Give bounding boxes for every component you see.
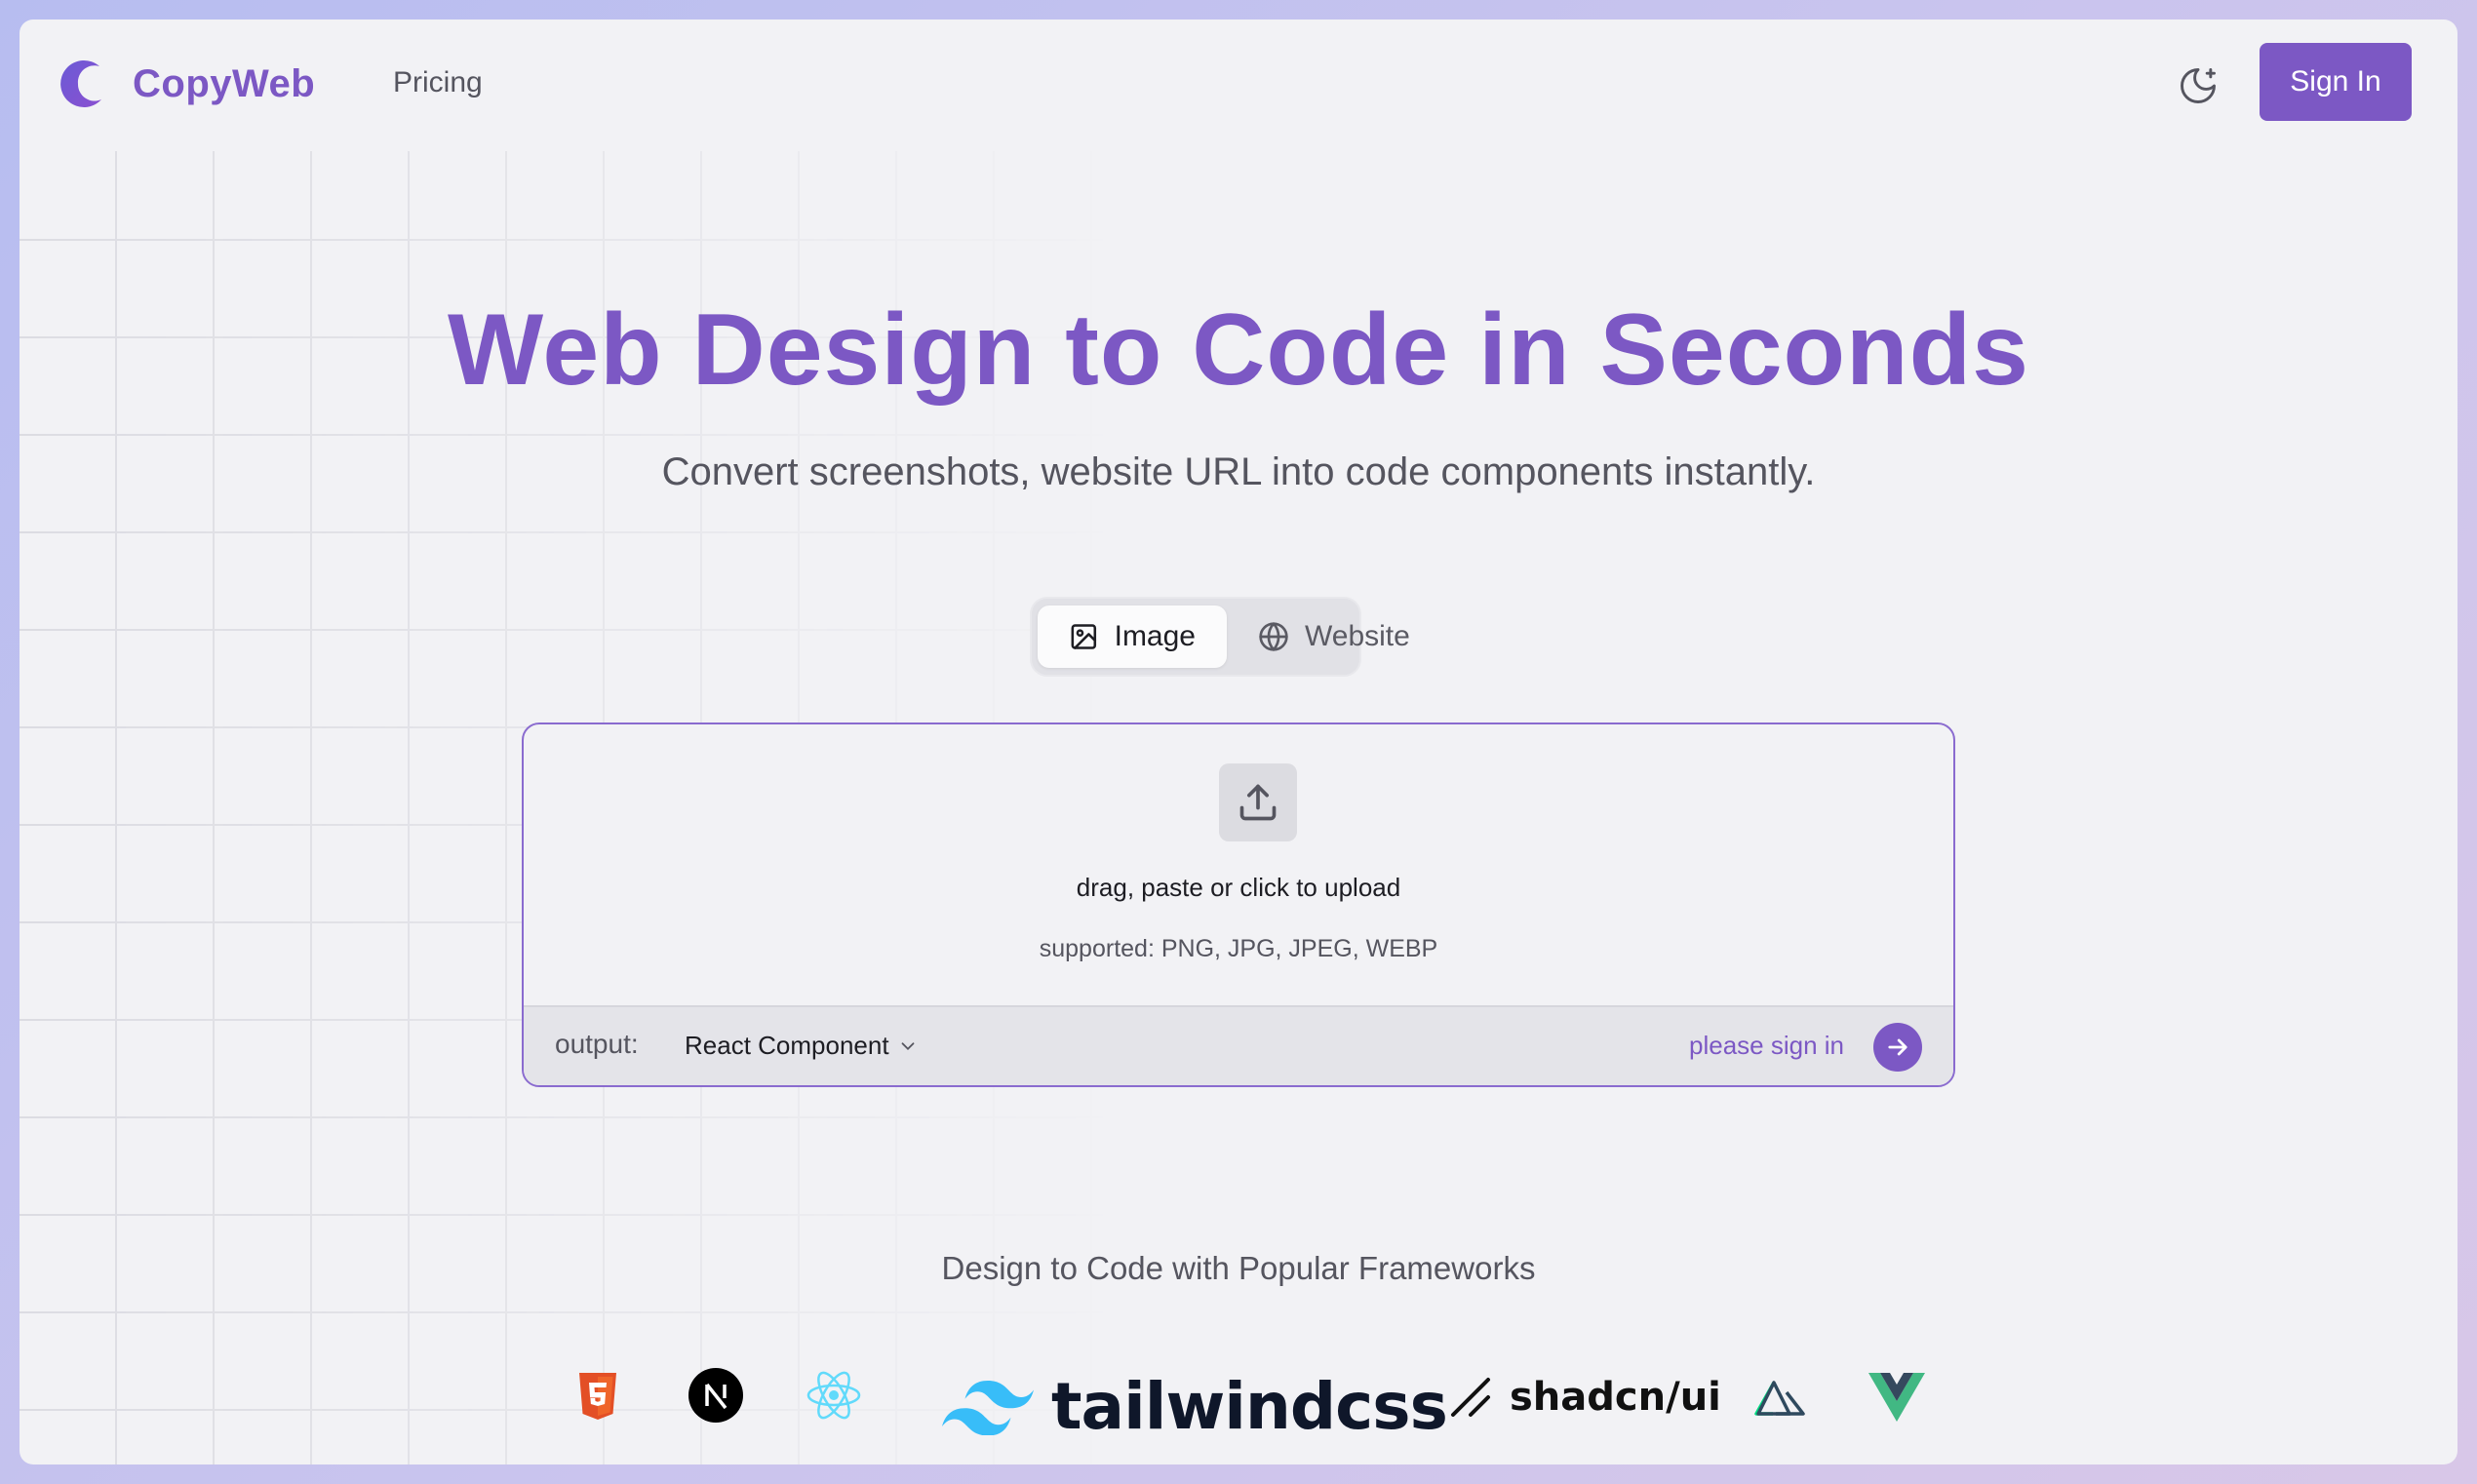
arrow-right-icon [1888, 1038, 1907, 1056]
sign-in-button[interactable]: Sign In [2260, 43, 2412, 121]
moon-stars-icon [2181, 68, 2216, 103]
output-select-value: React Component [685, 1031, 889, 1060]
upload-dropzone[interactable]: drag, paste or click to upload supported… [522, 722, 1955, 1087]
upload-button[interactable] [1219, 763, 1297, 841]
frameworks-row: tailwindcss shadcn/ui [20, 1355, 2457, 1444]
theme-toggle-button[interactable] [2173, 60, 2223, 111]
sign-in-hint[interactable]: please sign in [1689, 1031, 1844, 1061]
tab-website-label: Website [1305, 620, 1410, 652]
hero-subtitle: Convert screenshots, website URL into co… [661, 450, 1816, 493]
app-window: CopyWeb Pricing Sign In Web Design to Co… [20, 20, 2457, 1464]
upload-icon [1239, 784, 1277, 821]
tailwindcss-logo: tailwindcss [942, 1369, 1448, 1444]
nuxt-icon [1754, 1379, 1805, 1418]
copyweb-logo-icon [60, 59, 101, 107]
upload-footer: output: React Component please sign in [524, 1005, 1953, 1085]
hero-title: Web Design to Code in Seconds [448, 293, 2029, 407]
react-icon [806, 1370, 862, 1421]
tab-image-label: Image [1114, 620, 1196, 652]
shadcn-icon [1451, 1378, 1490, 1417]
nextjs-icon [688, 1368, 743, 1423]
tailwind-label: tailwindcss [1051, 1369, 1448, 1444]
tailwind-icon [942, 1380, 1034, 1435]
image-icon [1071, 624, 1097, 649]
nav-pricing-link[interactable]: Pricing [393, 66, 483, 99]
upload-instruction: drag, paste or click to upload [1076, 873, 1401, 902]
header: CopyWeb Pricing Sign In [20, 20, 2457, 151]
app-name: CopyWeb [133, 61, 316, 105]
shadcn-logo: shadcn/ui [1449, 1375, 1721, 1420]
chevron-down-icon [901, 1041, 914, 1050]
output-label: output: [555, 1029, 639, 1059]
globe-icon [1259, 622, 1288, 651]
tab-image[interactable]: Image [1038, 605, 1227, 668]
html5-icon [576, 1371, 619, 1422]
upload-supported-formats: supported: PNG, JPG, JPEG, WEBP [1039, 935, 1438, 962]
shadcn-label: shadcn/ui [1510, 1375, 1721, 1420]
tab-website[interactable]: Website [1227, 605, 1441, 668]
mode-toggle: Image Website [1030, 597, 1410, 677]
logo[interactable]: CopyWeb [57, 57, 315, 111]
submit-button[interactable] [1873, 1023, 1922, 1072]
vue-icon [1868, 1371, 1925, 1422]
frameworks-title: Design to Code with Popular Frameworks [941, 1250, 1536, 1286]
output-select[interactable]: React Component [685, 1031, 919, 1061]
